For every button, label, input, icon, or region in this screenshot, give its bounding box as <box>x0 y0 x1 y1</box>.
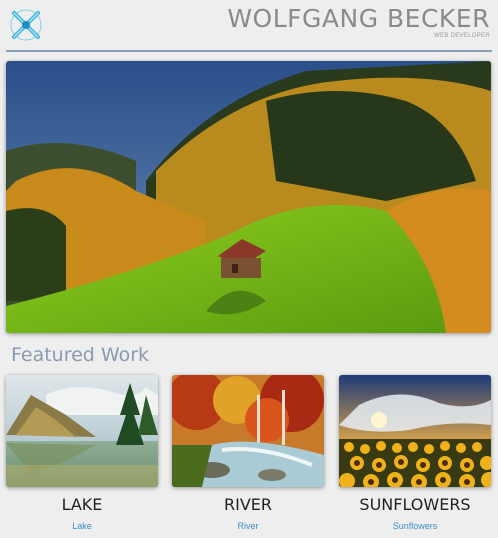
sunflower-field-photo[interactable] <box>339 375 491 487</box>
header-divider <box>6 50 492 52</box>
featured-item-link[interactable]: Lake <box>6 521 158 531</box>
hero-image <box>6 61 491 333</box>
featured-item-title: LAKE <box>61 495 103 514</box>
featured-item-link[interactable]: River <box>172 521 324 531</box>
site-header: WOLFGANG BECKER WEB DEVELOPER <box>0 0 498 52</box>
featured-item-lake[interactable]: LAKE Lake <box>6 375 158 531</box>
mountain-lake-photo[interactable] <box>6 375 158 487</box>
featured-item-link[interactable]: Sunflowers <box>339 521 491 531</box>
site-subtitle: WEB DEVELOPER <box>434 33 490 39</box>
featured-item-title: SUNFLOWERS <box>359 495 471 514</box>
featured-work-heading: Featured Work <box>11 344 150 366</box>
autumn-river-photo[interactable] <box>172 375 324 487</box>
cross-logo-icon[interactable] <box>8 7 44 43</box>
featured-item-title: RIVER <box>223 495 272 514</box>
featured-item-sunflowers[interactable]: SUNFLOWERS Sunflowers <box>339 375 491 531</box>
featured-item-river[interactable]: RIVER River <box>172 375 324 531</box>
site-title: WOLFGANG BECKER <box>227 4 490 33</box>
